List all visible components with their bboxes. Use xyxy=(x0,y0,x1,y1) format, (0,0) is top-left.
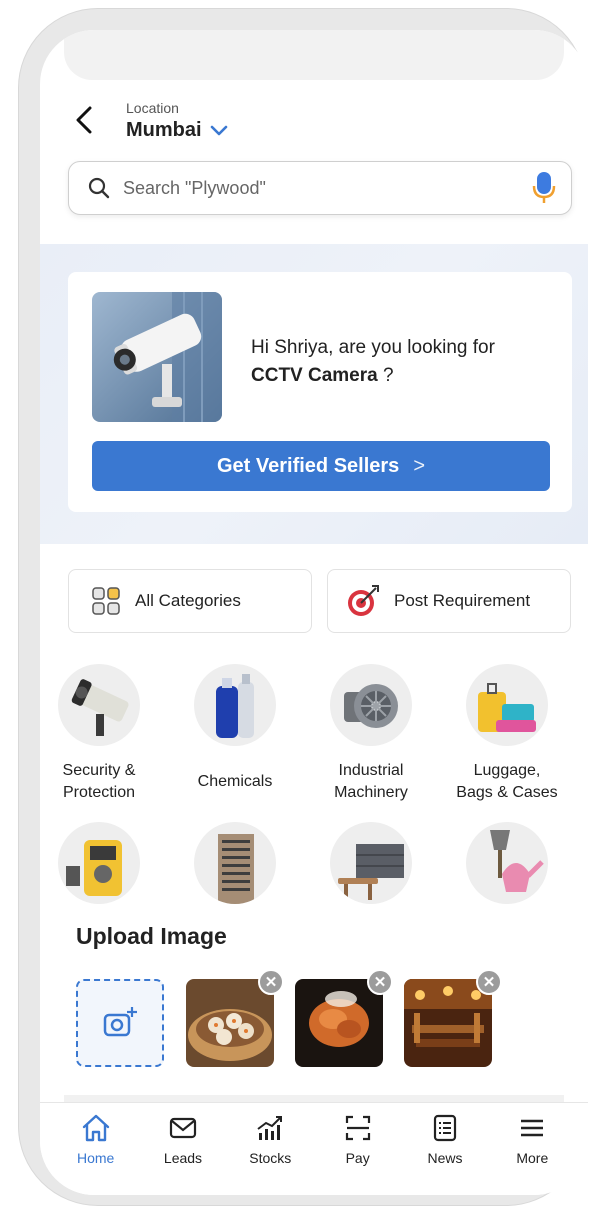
chevron-right-icon: > xyxy=(413,454,425,477)
remove-image-button[interactable]: ✕ xyxy=(367,969,393,995)
mail-icon xyxy=(169,1117,197,1139)
category-industrial-machinery[interactable]: Industrial Machinery xyxy=(311,664,431,804)
search-icon xyxy=(88,177,110,199)
uploaded-image[interactable]: ✕ xyxy=(186,969,284,1067)
nav-label: Stocks xyxy=(249,1150,292,1166)
get-verified-sellers-label: Get Verified Sellers xyxy=(216,454,400,477)
remove-image-button[interactable]: ✕ xyxy=(258,969,284,995)
category-label: Industrial Machinery xyxy=(334,762,408,801)
nav-label: Pay xyxy=(345,1150,370,1166)
chemical-bottles-icon xyxy=(194,664,276,746)
nav-stocks[interactable]: Stocks xyxy=(230,1113,310,1195)
back-button[interactable] xyxy=(70,102,98,138)
category-gardening[interactable] xyxy=(447,822,567,962)
multimeter-icon xyxy=(58,822,140,904)
location-caption: Location xyxy=(126,100,179,116)
app-screen: Location Mumbai Search "Plywood" Hi Shri… xyxy=(40,30,588,1195)
nav-label: More xyxy=(516,1150,549,1166)
target-icon xyxy=(348,585,379,616)
category-label xyxy=(311,918,431,962)
location-bar: Location Mumbai xyxy=(40,90,588,150)
chevron-down-icon xyxy=(210,125,227,135)
industrial-fan-icon xyxy=(330,664,412,746)
category-label: Security & Protection xyxy=(62,762,136,801)
status-bar xyxy=(64,30,564,80)
all-categories-label: All Categories xyxy=(135,591,241,610)
nav-label: News xyxy=(427,1150,463,1166)
nav-leads[interactable]: Leads xyxy=(143,1113,223,1195)
chevron-left-icon xyxy=(76,106,92,134)
nav-label: Leads xyxy=(163,1150,203,1166)
news-icon xyxy=(433,1114,457,1142)
uploaded-image[interactable]: ✕ xyxy=(404,969,502,1067)
microphone-icon[interactable] xyxy=(531,171,557,205)
nav-label: Home xyxy=(76,1150,115,1166)
add-photo-button[interactable] xyxy=(76,979,164,1067)
get-verified-sellers-button[interactable]: Get Verified Sellers > xyxy=(92,441,550,491)
search-bar[interactable]: Search "Plywood" xyxy=(68,161,572,215)
nav-more[interactable]: More xyxy=(492,1113,572,1195)
scan-icon xyxy=(345,1115,370,1141)
category-luggage-bags-cases[interactable]: Luggage, Bags & Cases xyxy=(447,664,567,804)
category-chemicals[interactable]: Chemicals xyxy=(175,664,295,804)
furniture-icon xyxy=(330,822,412,904)
search-input[interactable]: Search "Plywood" xyxy=(123,178,531,199)
promo-product: CCTV Camera xyxy=(251,365,378,386)
post-requirement-button[interactable]: Post Requirement xyxy=(327,569,571,633)
promo-card: Hi Shriya, are you looking for CCTV Came… xyxy=(68,272,572,512)
dumplings-image xyxy=(186,979,274,1067)
menu-icon xyxy=(521,1119,544,1137)
camera-plus-icon xyxy=(103,1007,137,1037)
security-camera-icon xyxy=(58,664,140,746)
luggage-icon xyxy=(466,664,548,746)
category-label: Luggage, Bags & Cases xyxy=(456,762,558,801)
category-label xyxy=(447,918,567,962)
location-selector[interactable]: Mumbai xyxy=(126,119,228,142)
categories-grid-icon xyxy=(92,587,120,615)
restaurant-image xyxy=(404,979,492,1067)
nav-home[interactable]: Home xyxy=(56,1113,136,1195)
nav-pay[interactable]: Pay xyxy=(318,1113,398,1195)
uploaded-image[interactable]: ✕ xyxy=(295,969,393,1067)
building-icon xyxy=(194,822,276,904)
garden-tools-icon xyxy=(466,822,548,904)
category-security-protection[interactable]: Security & Protection xyxy=(40,664,159,804)
promo-greeting: Hi Shriya, are you looking for xyxy=(251,337,495,358)
category-furniture[interactable] xyxy=(311,822,431,962)
nav-news[interactable]: News xyxy=(405,1113,485,1195)
cctv-camera-image xyxy=(92,292,222,422)
all-categories-button[interactable]: All Categories xyxy=(68,569,312,633)
promo-message: Hi Shriya, are you looking for CCTV Came… xyxy=(251,334,495,390)
promo-suffix: ? xyxy=(377,365,394,386)
fried-food-image xyxy=(295,979,383,1067)
home-icon xyxy=(82,1114,109,1142)
remove-image-button[interactable]: ✕ xyxy=(476,969,502,995)
location-city: Mumbai xyxy=(126,119,202,141)
chart-icon xyxy=(257,1116,283,1140)
upload-image-title: Upload Image xyxy=(76,923,227,949)
post-requirement-label: Post Requirement xyxy=(394,591,531,610)
category-label: Chemicals xyxy=(197,773,273,790)
bottom-navigation: Home Leads Stocks Pay News More xyxy=(40,1102,588,1195)
